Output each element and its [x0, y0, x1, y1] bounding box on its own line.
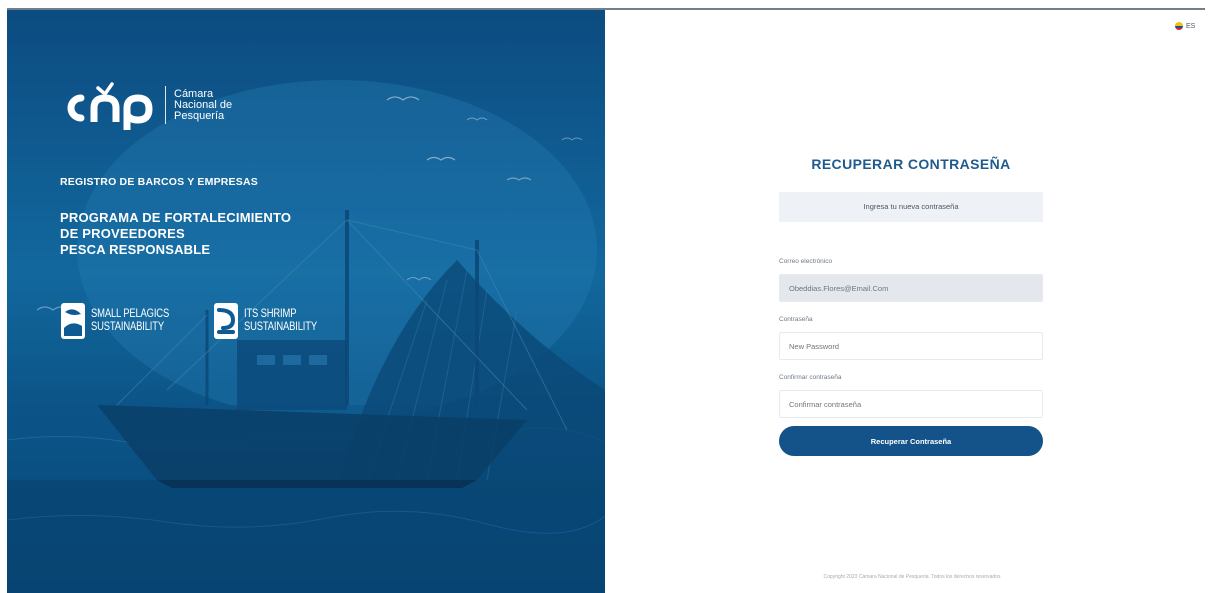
email-field[interactable] [779, 274, 1043, 302]
brand-name-line-3: Pesquería [174, 109, 225, 122]
language-code: ES [1186, 22, 1196, 30]
programa-line-2: DE PROVEEDORES [60, 226, 185, 241]
registro-heading: REGISTRO DE BARCOS Y EMPRESAS [60, 176, 258, 188]
small-pelagics-icon [61, 303, 85, 339]
brand-logo-group: Cámara Nacional de Pesquería [59, 78, 232, 132]
small-pelagics-line-1: SMALL PELAGICS [91, 308, 170, 320]
programa-heading: PROGRAMA DE FORTALECIMIENTO DE PROVEEDOR… [60, 210, 291, 258]
email-label: Correo electrónico [779, 258, 833, 265]
recover-password-form: RECUPERAR CONTRASEÑA Ingresa tu nueva co… [779, 150, 1043, 456]
programa-line-1: PROGRAMA DE FORTALECIMIENTO [60, 210, 292, 225]
programa-line-3: PESCA RESPONSABLE [60, 242, 211, 257]
copyright-footer: Copyright 2023 Cámara Nacional de Pesque… [823, 574, 1001, 580]
confirm-password-input[interactable] [779, 390, 1043, 418]
shrimp-label: ITS SHRIMP SUSTAINABILITY [244, 308, 317, 334]
brand-name-line-1: Cámara [174, 87, 214, 100]
language-selector[interactable]: ES [1175, 22, 1195, 30]
brand-divider [165, 86, 166, 124]
recover-password-button[interactable]: Recuperar Contraseña [779, 426, 1043, 456]
ecuador-flag-icon [1175, 22, 1183, 30]
hero-panel: Cámara Nacional de Pesquería REGISTRO DE… [7, 10, 605, 593]
shrimp-icon [214, 303, 238, 339]
password-label: Contraseña [779, 316, 813, 323]
shrimp-badge: ITS SHRIMP SUSTAINABILITY [213, 302, 333, 340]
shrimp-line-2: SUSTAINABILITY [244, 321, 317, 333]
small-pelagics-line-2: SUSTAINABILITY [91, 321, 164, 333]
confirm-password-label: Confirmar contraseña [779, 374, 842, 381]
page-title: RECUPERAR CONTRASEÑA [811, 156, 1011, 172]
brand-name-line-2: Nacional de [174, 98, 233, 111]
brand-name: Cámara Nacional de Pesquería [174, 87, 233, 122]
small-pelagics-badge: SMALL PELAGICS SUSTAINABILITY [60, 302, 186, 340]
small-pelagics-label: SMALL PELAGICS SUSTAINABILITY [91, 308, 169, 334]
password-input[interactable] [779, 332, 1043, 360]
instruction-notice: Ingresa tu nueva contraseña [779, 192, 1043, 222]
cnp-logo [67, 82, 153, 130]
shrimp-line-1: ITS SHRIMP [244, 308, 297, 320]
